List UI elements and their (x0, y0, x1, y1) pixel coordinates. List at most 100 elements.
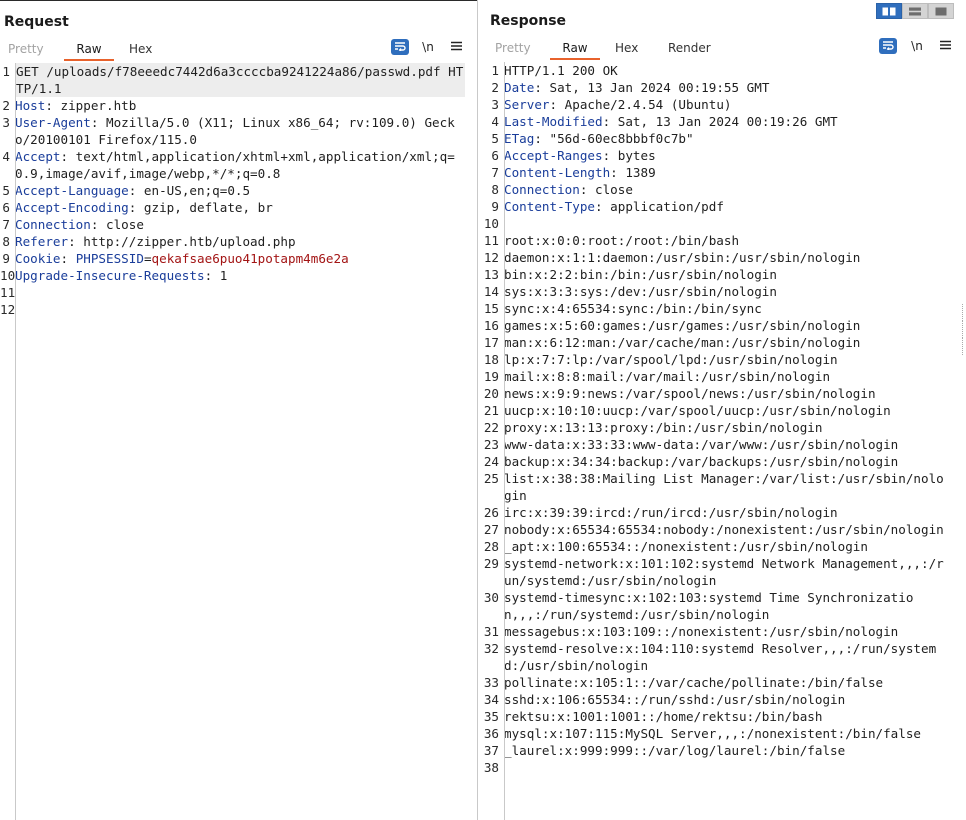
line-text: www-data:x:33:33:www-data:/var/www:/usr/… (504, 437, 899, 452)
request-line-content: Upgrade-Insecure-Requests: 1 (15, 268, 228, 283)
response-line-number: 26 (483, 505, 499, 520)
line-text: bin:x:2:2:bin:/bin:/usr/sbin/nologin (504, 267, 777, 282)
response-line-content: systemd-network:x:101:102:systemd Networ… (504, 555, 948, 589)
wrap-lines-icon[interactable] (879, 38, 897, 54)
hamburger-menu-icon[interactable] (447, 39, 465, 55)
line-text: irc:x:39:39:ircd:/run/ircd:/usr/sbin/nol… (504, 505, 838, 520)
request-line: 5 Accept-Language: en-US,en;q=0.5 (0, 182, 465, 199)
view-layout-toggle (876, 3, 954, 19)
response-line-number: 14 (483, 284, 499, 299)
request-line-content: Connection: close (15, 217, 144, 232)
request-line: 1 GET /uploads/f78eeedc7442d6a3ccccba9241… (0, 63, 465, 97)
request-line: 11 (0, 284, 465, 301)
request-line-number: 3 (2, 115, 10, 130)
response-line-number: 36 (483, 726, 499, 741)
request-line-content: Accept-Language: en-US,en;q=0.5 (15, 183, 251, 198)
header-name: Content-Type (504, 199, 595, 214)
request-line-content (15, 301, 465, 318)
response-line: 27 nobody:x:65534:65534:nobody:/nonexiste… (478, 521, 948, 538)
line-text: news:x:9:9:news:/var/spool/news:/usr/sbi… (504, 386, 876, 401)
header-value: 1389 (617, 165, 656, 180)
response-line-number: 17 (483, 335, 499, 350)
response-line-number: 22 (483, 420, 499, 435)
response-tab-hex[interactable]: Hex (600, 38, 650, 60)
response-line-content: systemd-resolve:x:104:110:systemd Resolv… (504, 640, 948, 674)
response-line-content: backup:x:34:34:backup:/var/backups:/usr/… (504, 453, 948, 470)
header-name: Upgrade-Insecure-Requests (15, 268, 205, 283)
request-line: 7 Connection: close (0, 216, 465, 233)
response-line-content: list:x:38:38:Mailing List Manager:/var/l… (504, 470, 948, 504)
newline-toggle-icon[interactable]: \n (908, 38, 926, 54)
response-pane: Response Pretty Raw Hex Render \n 1 HTTP/… (477, 0, 966, 820)
response-line-number: 19 (483, 369, 499, 384)
response-line-content: mysql:x:107:115:MySQL Server,,,:/nonexis… (504, 725, 948, 742)
response-tab-render[interactable]: Render (650, 38, 720, 60)
header-value: 1 (212, 268, 228, 283)
request-line-number: 2 (2, 98, 10, 113)
request-line-content: Cookie: PHPSESSID=qekafsae6puo41potapm4m… (15, 251, 349, 266)
response-line: 6 Accept-Ranges: bytes (478, 147, 948, 164)
header-value: "56d-60ec8bbbf0c7b" (541, 131, 694, 146)
response-line-content: Last-Modified: Sat, 13 Jan 2024 00:19:26… (504, 114, 838, 129)
request-line-content: GET /uploads/f78eeedc7442d6a3ccccba92412… (15, 63, 465, 97)
wrap-lines-icon[interactable] (391, 39, 409, 55)
request-tab-pretty[interactable]: Pretty (0, 39, 64, 61)
response-line: 36 mysql:x:107:115:MySQL Server,,,:/nonex… (478, 725, 948, 742)
header-name: Referer (15, 234, 69, 249)
response-editor[interactable]: 1 HTTP/1.1 200 OK 2 Date: Sat, 13 Jan 2024 … (478, 62, 966, 820)
response-line-number: 11 (483, 233, 499, 248)
header-name: Content-Length (504, 165, 611, 180)
request-editor[interactable]: 1 GET /uploads/f78eeedc7442d6a3ccccba9241… (0, 63, 477, 820)
cookie-value: qekafsae6puo41potapm4m6e2a (151, 251, 349, 266)
response-line-number: 18 (483, 352, 499, 367)
response-line-number: 38 (483, 760, 499, 775)
response-line-content: pollinate:x:105:1::/var/cache/pollinate:… (504, 674, 948, 691)
header-name: Last-Modified (504, 114, 603, 129)
line-text: backup:x:34:34:backup:/var/backups:/usr/… (504, 454, 899, 469)
response-line-content: man:x:6:12:man:/var/cache/man:/usr/sbin/… (504, 334, 948, 351)
response-line-number: 33 (483, 675, 499, 690)
header-name: Cookie (15, 251, 61, 266)
header-name: Accept (15, 149, 61, 164)
response-line: 35 rektsu:x:1001:1001::/home/rektsu:/bin/… (478, 708, 948, 725)
request-line: 4 Accept: text/html,application/xhtml+xml… (0, 148, 465, 182)
line-text: proxy:x:13:13:proxy:/bin:/usr/sbin/nolog… (504, 420, 823, 435)
response-line-content: www-data:x:33:33:www-data:/var/www:/usr/… (504, 436, 948, 453)
header-value: Sat, 13 Jan 2024 00:19:55 GMT (541, 80, 770, 95)
response-line-number: 5 (491, 131, 499, 146)
stacked-horizontal-icon[interactable] (902, 3, 928, 19)
response-line: 9 Content-Type: application/pdf (478, 198, 948, 215)
line-text: mail:x:8:8:mail:/var/mail:/usr/sbin/nolo… (504, 369, 831, 384)
request-tabs: Pretty Raw Hex (0, 39, 164, 61)
response-line-number: 16 (483, 318, 499, 333)
line-text: rektsu:x:1001:1001::/home/rektsu:/bin/ba… (504, 709, 823, 724)
response-line-content: sshd:x:106:65534::/run/sshd:/usr/sbin/no… (504, 691, 948, 708)
response-line-content: Connection: close (504, 182, 633, 197)
line-text: games:x:5:60:games:/usr/games:/usr/sbin/… (504, 318, 861, 333)
header-value: Sat, 13 Jan 2024 00:19:26 GMT (610, 114, 838, 129)
response-line: 5 ETag: "56d-60ec8bbbf0c7b" (478, 130, 948, 147)
newline-toggle-icon[interactable]: \n (419, 39, 437, 55)
response-line-content: Server: Apache/2.4.54 (Ubuntu) (504, 97, 732, 112)
hamburger-menu-icon[interactable] (936, 38, 954, 54)
response-line-content: daemon:x:1:1:daemon:/usr/sbin:/usr/sbin/… (504, 249, 948, 266)
side-by-side-icon[interactable] (876, 3, 902, 19)
request-line: 10 Upgrade-Insecure-Requests: 1 (0, 267, 465, 284)
header-name: Connection (504, 182, 580, 197)
response-tab-raw[interactable]: Raw (550, 38, 600, 60)
response-line-content: irc:x:39:39:ircd:/run/ircd:/usr/sbin/nol… (504, 504, 948, 521)
response-line: 20 news:x:9:9:news:/var/spool/news:/usr/s… (478, 385, 948, 402)
tabbed-view-icon[interactable] (928, 3, 954, 19)
scroll-edge-marker (962, 304, 966, 355)
response-line: 2 Date: Sat, 13 Jan 2024 00:19:55 GMT (478, 79, 948, 96)
header-name: Server (504, 97, 550, 112)
line-text: sync:x:4:65534:sync:/bin:/bin/sync (504, 301, 762, 316)
response-tab-pretty[interactable]: Pretty (486, 38, 550, 60)
response-line-content: messagebus:x:103:109::/nonexistent:/usr/… (504, 623, 948, 640)
response-line-content: Date: Sat, 13 Jan 2024 00:19:55 GMT (504, 80, 770, 95)
response-line: 34 sshd:x:106:65534::/run/sshd:/usr/sbin/… (478, 691, 948, 708)
response-line-number: 2 (491, 80, 499, 95)
header-value: application/pdf (602, 199, 724, 214)
request-tab-hex[interactable]: Hex (114, 39, 164, 61)
request-tab-raw[interactable]: Raw (64, 39, 114, 61)
